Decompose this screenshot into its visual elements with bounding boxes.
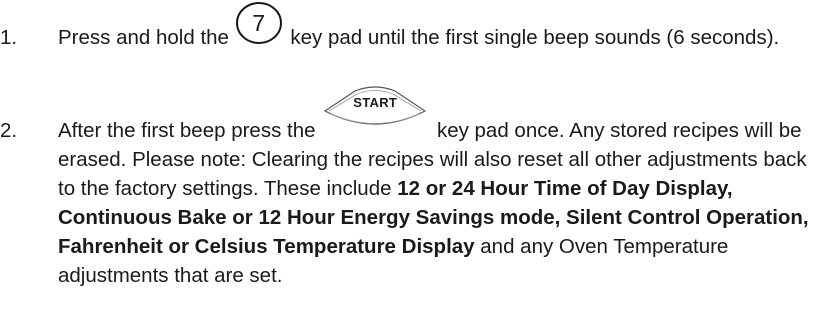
key-7-label: 7 (252, 10, 266, 36)
step-text: After the first beep press the START key… (58, 86, 820, 290)
step-text-after-key: key pad until the first single beep soun… (290, 26, 780, 49)
step-number: 1. (0, 26, 18, 49)
step-text-before-key: After the first beep press the (58, 119, 316, 142)
step-text-before-key: Press and hold the (58, 26, 229, 49)
instruction-step-1: 1. Press and hold the 7 key pad until th… (0, 2, 820, 52)
step-text: Press and hold the 7 key pad until the f… (58, 2, 820, 52)
instruction-step-2: 2. After the first beep press the START … (0, 86, 820, 290)
start-key-label: START (353, 95, 398, 110)
step-number: 2. (0, 119, 18, 142)
key-7-icon: 7 (235, 2, 285, 52)
start-key-icon: START (321, 86, 431, 145)
